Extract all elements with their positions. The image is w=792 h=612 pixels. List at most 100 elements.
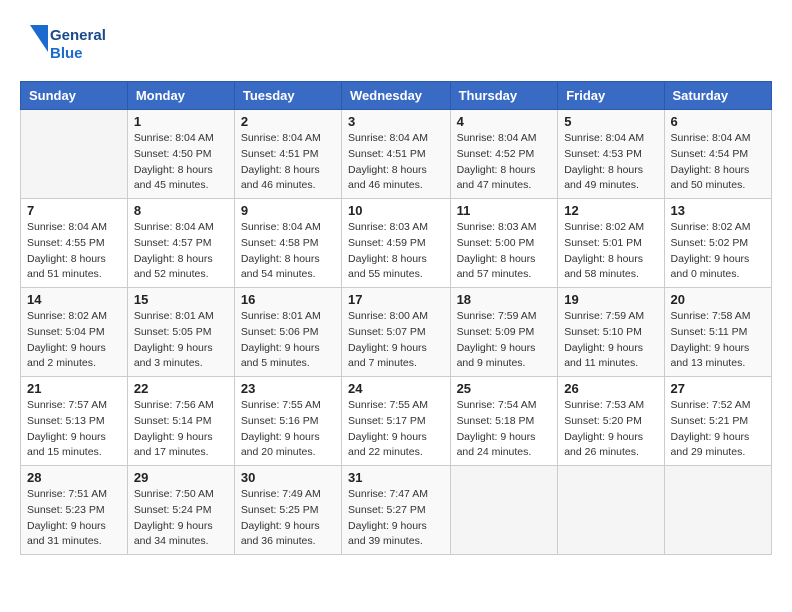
day-cell: 24Sunrise: 7:55 AMSunset: 5:17 PMDayligh… — [342, 377, 451, 466]
weekday-header-monday: Monday — [127, 82, 234, 110]
day-info: Sunrise: 8:03 AMSunset: 5:00 PMDaylight:… — [457, 220, 552, 283]
day-cell — [664, 466, 771, 555]
day-info: Sunrise: 7:47 AMSunset: 5:27 PMDaylight:… — [348, 487, 444, 550]
day-number: 28 — [27, 470, 121, 485]
day-number: 21 — [27, 381, 121, 396]
day-info: Sunrise: 7:51 AMSunset: 5:23 PMDaylight:… — [27, 487, 121, 550]
day-info: Sunrise: 8:04 AMSunset: 4:51 PMDaylight:… — [241, 131, 335, 194]
day-cell — [558, 466, 664, 555]
day-cell: 31 Sunrise: 7:47 AMSunset: 5:27 PMDayligh… — [342, 466, 451, 555]
day-number: 18 — [457, 292, 552, 307]
day-cell: 22 Sunrise: 7:56 AMSunset: 5:14 PMDayligh… — [127, 377, 234, 466]
day-cell: 10Sunrise: 8:03 AMSunset: 4:59 PMDayligh… — [342, 199, 451, 288]
day-cell: 15 Sunrise: 8:01 AMSunset: 5:05 PMDayligh… — [127, 288, 234, 377]
day-cell: 28 Sunrise: 7:51 AMSunset: 5:23 PMDayligh… — [21, 466, 128, 555]
day-number: 4 — [457, 114, 552, 129]
day-cell: 30Sunrise: 7:49 AMSunset: 5:25 PMDayligh… — [234, 466, 341, 555]
logo: GeneralBlue — [20, 20, 110, 65]
day-cell: 8 Sunrise: 8:04 AMSunset: 4:57 PMDaylight… — [127, 199, 234, 288]
day-info: Sunrise: 8:02 AMSunset: 5:01 PMDaylight:… — [564, 220, 657, 283]
day-cell: 2 Sunrise: 8:04 AMSunset: 4:51 PMDaylight… — [234, 110, 341, 199]
day-info: Sunrise: 8:03 AMSunset: 4:59 PMDaylight:… — [348, 220, 444, 283]
day-cell: 26Sunrise: 7:53 AMSunset: 5:20 PMDayligh… — [558, 377, 664, 466]
weekday-header-thursday: Thursday — [450, 82, 558, 110]
day-number: 29 — [134, 470, 228, 485]
day-cell: 21 Sunrise: 7:57 AMSunset: 5:13 PMDayligh… — [21, 377, 128, 466]
day-info: Sunrise: 7:59 AMSunset: 5:09 PMDaylight:… — [457, 309, 552, 372]
day-number: 14 — [27, 292, 121, 307]
day-cell: 16Sunrise: 8:01 AMSunset: 5:06 PMDayligh… — [234, 288, 341, 377]
day-number: 26 — [564, 381, 657, 396]
day-number: 22 — [134, 381, 228, 396]
day-number: 12 — [564, 203, 657, 218]
day-cell: 3 Sunrise: 8:04 AMSunset: 4:51 PMDaylight… — [342, 110, 451, 199]
day-cell: 29 Sunrise: 7:50 AMSunset: 5:24 PMDayligh… — [127, 466, 234, 555]
day-number: 6 — [671, 114, 765, 129]
day-number: 16 — [241, 292, 335, 307]
day-cell: 18 Sunrise: 7:59 AMSunset: 5:09 PMDayligh… — [450, 288, 558, 377]
day-cell: 20 Sunrise: 7:58 AMSunset: 5:11 PMDayligh… — [664, 288, 771, 377]
day-cell — [450, 466, 558, 555]
day-info: Sunrise: 8:04 AMSunset: 4:54 PMDaylight:… — [671, 131, 765, 194]
weekday-header-saturday: Saturday — [664, 82, 771, 110]
week-row-3: 14 Sunrise: 8:02 AMSunset: 5:04 PMDayligh… — [21, 288, 772, 377]
day-info: Sunrise: 8:04 AMSunset: 4:58 PMDaylight:… — [241, 220, 335, 283]
day-number: 8 — [134, 203, 228, 218]
day-cell: 17 Sunrise: 8:00 AMSunset: 5:07 PMDayligh… — [342, 288, 451, 377]
day-cell: 13 Sunrise: 8:02 AMSunset: 5:02 PMDayligh… — [664, 199, 771, 288]
day-cell: 9 Sunrise: 8:04 AMSunset: 4:58 PMDaylight… — [234, 199, 341, 288]
day-cell: 7Sunrise: 8:04 AMSunset: 4:55 PMDaylight… — [21, 199, 128, 288]
day-info: Sunrise: 7:58 AMSunset: 5:11 PMDaylight:… — [671, 309, 765, 372]
calendar-table: SundayMondayTuesdayWednesdayThursdayFrid… — [20, 81, 772, 555]
day-info: Sunrise: 8:02 AMSunset: 5:04 PMDaylight:… — [27, 309, 121, 372]
day-info: Sunrise: 8:04 AMSunset: 4:51 PMDaylight:… — [348, 131, 444, 194]
week-row-1: 1 Sunrise: 8:04 AMSunset: 4:50 PMDaylight… — [21, 110, 772, 199]
weekday-header-friday: Friday — [558, 82, 664, 110]
day-cell: 1 Sunrise: 8:04 AMSunset: 4:50 PMDaylight… — [127, 110, 234, 199]
day-number: 11 — [457, 203, 552, 218]
week-row-5: 28 Sunrise: 7:51 AMSunset: 5:23 PMDayligh… — [21, 466, 772, 555]
day-cell: 5 Sunrise: 8:04 AMSunset: 4:53 PMDaylight… — [558, 110, 664, 199]
logo-svg: GeneralBlue — [20, 20, 110, 65]
day-cell: 27Sunrise: 7:52 AMSunset: 5:21 PMDayligh… — [664, 377, 771, 466]
day-number: 13 — [671, 203, 765, 218]
day-number: 23 — [241, 381, 335, 396]
day-info: Sunrise: 8:04 AMSunset: 4:50 PMDaylight:… — [134, 131, 228, 194]
weekday-header-wednesday: Wednesday — [342, 82, 451, 110]
page-header: GeneralBlue — [20, 20, 772, 65]
day-number: 9 — [241, 203, 335, 218]
day-info: Sunrise: 7:56 AMSunset: 5:14 PMDaylight:… — [134, 398, 228, 461]
day-info: Sunrise: 8:02 AMSunset: 5:02 PMDaylight:… — [671, 220, 765, 283]
day-info: Sunrise: 7:57 AMSunset: 5:13 PMDaylight:… — [27, 398, 121, 461]
day-info: Sunrise: 8:01 AMSunset: 5:05 PMDaylight:… — [134, 309, 228, 372]
day-number: 15 — [134, 292, 228, 307]
day-number: 24 — [348, 381, 444, 396]
day-number: 31 — [348, 470, 444, 485]
day-cell: 12 Sunrise: 8:02 AMSunset: 5:01 PMDayligh… — [558, 199, 664, 288]
day-info: Sunrise: 7:49 AMSunset: 5:25 PMDaylight:… — [241, 487, 335, 550]
day-number: 3 — [348, 114, 444, 129]
day-info: Sunrise: 7:55 AMSunset: 5:16 PMDaylight:… — [241, 398, 335, 461]
day-info: Sunrise: 7:50 AMSunset: 5:24 PMDaylight:… — [134, 487, 228, 550]
week-row-4: 21 Sunrise: 7:57 AMSunset: 5:13 PMDayligh… — [21, 377, 772, 466]
day-number: 5 — [564, 114, 657, 129]
day-cell — [21, 110, 128, 199]
weekday-header-tuesday: Tuesday — [234, 82, 341, 110]
day-number: 17 — [348, 292, 444, 307]
day-number: 2 — [241, 114, 335, 129]
day-cell: 4 Sunrise: 8:04 AMSunset: 4:52 PMDaylight… — [450, 110, 558, 199]
day-cell: 25 Sunrise: 7:54 AMSunset: 5:18 PMDayligh… — [450, 377, 558, 466]
day-number: 27 — [671, 381, 765, 396]
day-number: 1 — [134, 114, 228, 129]
day-number: 25 — [457, 381, 552, 396]
day-info: Sunrise: 8:04 AMSunset: 4:52 PMDaylight:… — [457, 131, 552, 194]
day-info: Sunrise: 8:04 AMSunset: 4:57 PMDaylight:… — [134, 220, 228, 283]
day-number: 19 — [564, 292, 657, 307]
weekday-header-row: SundayMondayTuesdayWednesdayThursdayFrid… — [21, 82, 772, 110]
day-number: 20 — [671, 292, 765, 307]
day-info: Sunrise: 8:00 AMSunset: 5:07 PMDaylight:… — [348, 309, 444, 372]
weekday-header-sunday: Sunday — [21, 82, 128, 110]
day-info: Sunrise: 7:54 AMSunset: 5:18 PMDaylight:… — [457, 398, 552, 461]
day-info: Sunrise: 8:04 AMSunset: 4:53 PMDaylight:… — [564, 131, 657, 194]
day-cell: 23 Sunrise: 7:55 AMSunset: 5:16 PMDayligh… — [234, 377, 341, 466]
